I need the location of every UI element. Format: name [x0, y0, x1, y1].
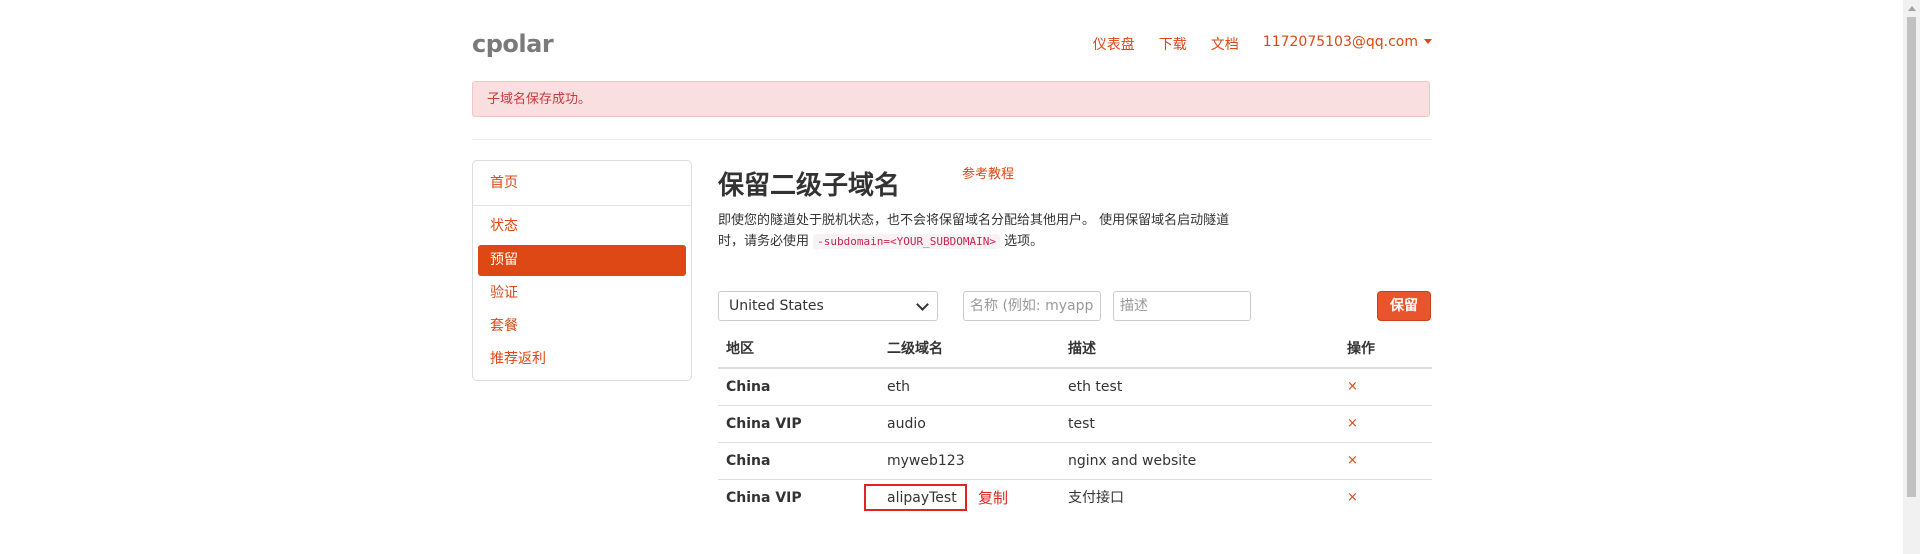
description-input[interactable] [1113, 291, 1251, 321]
subdomain-name-input[interactable] [963, 291, 1101, 321]
header-action: 操作 [1347, 341, 1375, 357]
header-description: 描述 [1068, 341, 1096, 357]
desc-suffix: 选项。 [1004, 234, 1044, 249]
subdomain-table: 地区 二级域名 描述 操作 China eth eth test × China… [718, 332, 1432, 516]
user-menu-dropdown[interactable]: 1172075103@qq.com [1263, 34, 1432, 54]
sidebar-item-referral[interactable]: 推荐返利 [478, 344, 686, 375]
nav-download-link[interactable]: 下载 [1159, 34, 1187, 54]
page-container: cpolar 仪表盘 下载 文档 1172075103@qq.com 子域名保存… [472, 0, 1432, 554]
row-subdomain: myweb123 [887, 453, 965, 469]
row-description: 支付接口 [1068, 490, 1124, 506]
save-button[interactable]: 保留 [1377, 291, 1431, 321]
tutorial-link[interactable]: 参考教程 [962, 163, 1014, 182]
header-subdomain: 二级域名 [887, 341, 943, 357]
top-nav: 仪表盘 下载 文档 1172075103@qq.com [1093, 34, 1432, 54]
page-description: 即使您的隧道处于脱机状态，也不会将保留域名分配给其他用户。 使用保留域名启动隧道… [718, 210, 1278, 252]
row-region: China VIP [726, 490, 802, 506]
delete-icon[interactable]: × [1347, 443, 1358, 479]
row-region: China VIP [726, 416, 802, 432]
region-selected-value: United States [729, 298, 824, 314]
sidebar-item-home[interactable]: 首页 [478, 168, 686, 199]
delete-icon[interactable]: × [1347, 406, 1358, 442]
delete-icon[interactable]: × [1347, 480, 1358, 516]
row-subdomain: eth [887, 379, 910, 395]
sidebar-item-verify[interactable]: 验证 [478, 278, 686, 309]
table-row: China VIP audio test × [718, 406, 1432, 443]
row-description: test [1068, 416, 1095, 432]
desc-line-1: 即使您的隧道处于脱机状态，也不会将保留域名分配给其他用户。 使用保留域名启动隧道 [718, 213, 1230, 228]
desc-prefix: 时，请务必使用 [718, 234, 810, 249]
row-region: China [726, 453, 771, 469]
region-select[interactable]: United States [718, 291, 938, 321]
table-row: China VIP alipayTest 复制 支付接口 × [718, 480, 1432, 516]
divider [472, 139, 1432, 140]
caret-down-icon [1424, 39, 1432, 44]
sidebar-item-plan[interactable]: 套餐 [478, 311, 686, 342]
sidebar-nav: 首页 状态 预留 验证 套餐 推荐返利 [472, 160, 692, 381]
table-row: China myweb123 nginx and website × [718, 443, 1432, 480]
sidebar-item-reserve[interactable]: 预留 [478, 245, 686, 276]
page-scrollbar[interactable] [1903, 0, 1920, 554]
row-description: nginx and website [1068, 453, 1197, 469]
desc-line-2: 时，请务必使用 -subdomain=<YOUR_SUBDOMAIN> 选项。 [718, 231, 1278, 252]
subdomain-code: -subdomain=<YOUR_SUBDOMAIN> [813, 234, 1000, 249]
user-email: 1172075103@qq.com [1262, 34, 1418, 50]
success-alert: 子域名保存成功。 [472, 81, 1430, 117]
sidebar-divider [473, 205, 691, 206]
scrollbar-thumb[interactable] [1907, 17, 1916, 497]
scroll-up-arrow-icon[interactable] [1908, 6, 1916, 11]
row-region: China [726, 379, 771, 395]
brand-logo[interactable]: cpolar [472, 30, 554, 58]
row-description: eth test [1068, 379, 1123, 395]
chevron-down-icon [916, 298, 929, 311]
row-subdomain: audio [887, 416, 926, 432]
nav-dashboard-link[interactable]: 仪表盘 [1093, 34, 1135, 54]
nav-docs-link[interactable]: 文档 [1211, 34, 1239, 54]
row-subdomain[interactable]: alipayTest [887, 480, 957, 516]
delete-icon[interactable]: × [1347, 369, 1358, 405]
header-region: 地区 [726, 341, 754, 357]
table-header: 地区 二级域名 描述 操作 [718, 332, 1432, 369]
page-title: 保留二级子域名 [718, 171, 901, 201]
table-row: China eth eth test × [718, 369, 1432, 406]
sidebar-item-status[interactable]: 状态 [478, 211, 686, 242]
copy-button[interactable]: 复制 [978, 480, 1008, 516]
